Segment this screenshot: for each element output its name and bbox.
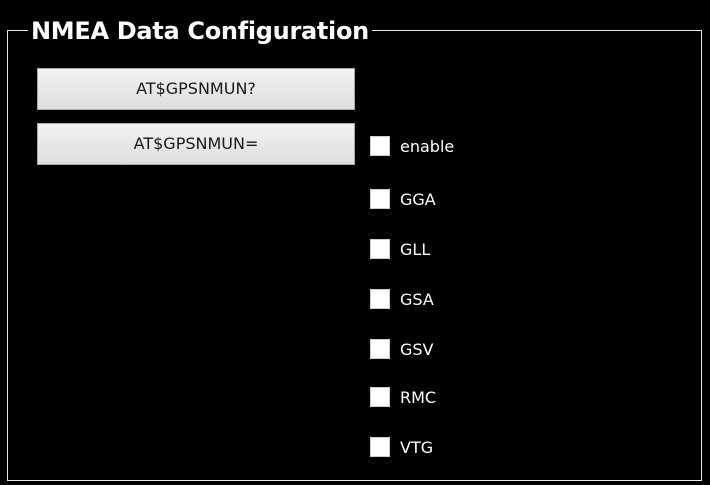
enable-checkbox[interactable]	[370, 136, 390, 156]
gll-checkbox-row[interactable]: GLL	[370, 237, 430, 261]
vtg-checkbox-row[interactable]: VTG	[370, 435, 433, 459]
rmc-checkbox-label: RMC	[400, 387, 437, 407]
gpsnmun-set-button[interactable]: AT$GPSNMUN=	[37, 123, 355, 165]
gsa-checkbox-label: GSA	[400, 289, 434, 309]
gsa-checkbox[interactable]	[370, 289, 390, 309]
enable-checkbox-row[interactable]: enable	[370, 134, 454, 158]
group-title: NMEA Data Configuration	[28, 14, 372, 48]
gsv-checkbox[interactable]	[370, 339, 390, 359]
gsv-checkbox-label: GSV	[400, 339, 434, 359]
gga-checkbox-row[interactable]: GGA	[370, 187, 436, 211]
gsv-checkbox-row[interactable]: GSV	[370, 337, 434, 361]
gga-checkbox-label: GGA	[400, 189, 436, 209]
gsa-checkbox-row[interactable]: GSA	[370, 287, 434, 311]
vtg-checkbox-label: VTG	[400, 437, 434, 457]
gga-checkbox[interactable]	[370, 189, 390, 209]
gll-checkbox-label: GLL	[400, 239, 431, 259]
gll-checkbox[interactable]	[370, 239, 390, 259]
rmc-checkbox[interactable]	[370, 387, 390, 407]
nmea-config-panel: NMEA Data Configuration AT$GPSNMUN? AT$G…	[0, 0, 710, 485]
enable-checkbox-label: enable	[400, 136, 455, 156]
vtg-checkbox[interactable]	[370, 437, 390, 457]
rmc-checkbox-row[interactable]: RMC	[370, 385, 436, 409]
gpsnmun-query-button[interactable]: AT$GPSNMUN?	[37, 68, 355, 110]
